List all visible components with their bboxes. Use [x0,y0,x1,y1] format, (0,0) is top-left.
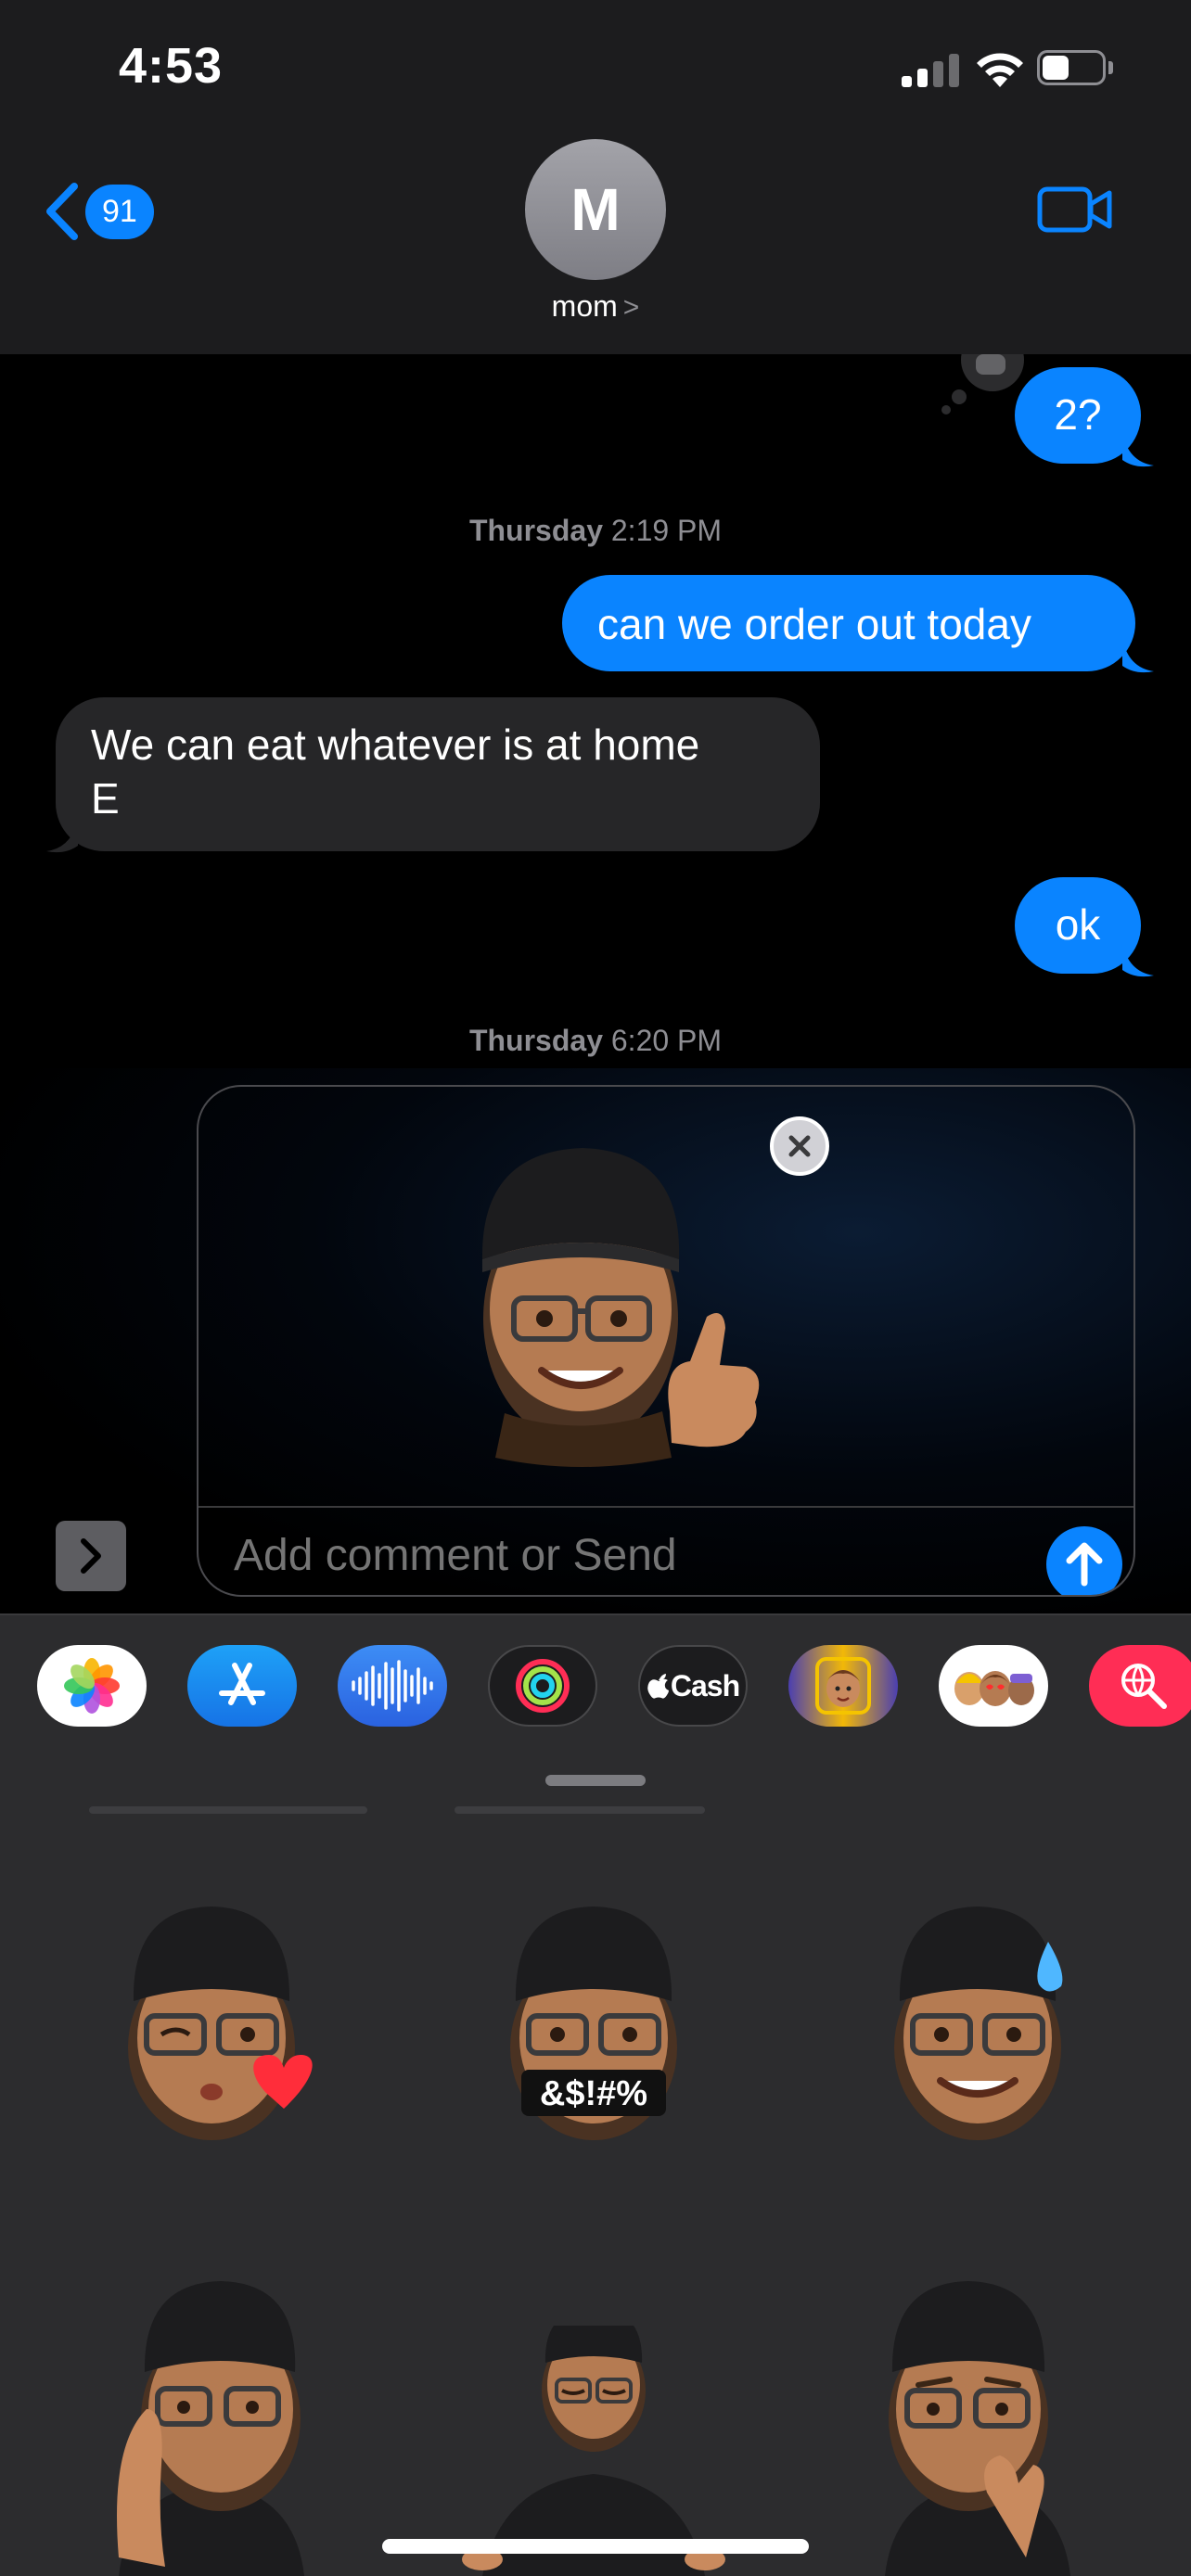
timestamp: Thursday 6:20 PM [468,1024,723,1057]
arrow-up-icon [1066,1542,1103,1587]
contact-name: mom [551,289,618,323]
chevron-right-icon: > [622,292,640,323]
sticker-nervous[interactable] [876,2279,1080,2576]
video-camera-icon[interactable] [1037,182,1113,237]
expand-apps-button[interactable] [56,1521,126,1591]
memoji-sticker-panel: &$!#% [0,1760,1191,2576]
cellular-signal-icon [902,54,959,87]
app-drawer: Cash [0,1613,1191,1760]
message-bubble-sent[interactable]: can we order out today [562,575,1135,671]
divider [198,1506,1133,1508]
cropped-sticker-row [89,1806,367,1814]
attachment-card [197,1085,1135,1597]
contact-avatar[interactable]: M [525,139,666,280]
activity-rings-icon [516,1659,570,1713]
bubble-tail [1122,432,1154,467]
memoji-stickers-button[interactable] [939,1645,1048,1727]
chevron-left-icon [46,183,78,240]
fitness-app-button[interactable] [488,1645,597,1727]
swearing-symbols: &$!#% [540,2074,647,2113]
conversation-header: 91 M mom > [0,130,1191,354]
memoji-stickers-icon [954,1671,1034,1706]
unread-count-badge: 91 [85,184,154,239]
comment-input[interactable] [234,1523,976,1588]
sticker-shushing[interactable] [109,2279,314,2576]
compose-area [0,1068,1191,1613]
panel-grabber[interactable] [545,1775,646,1786]
bubble-tail [46,818,78,853]
apple-logo-icon [647,1674,669,1699]
battery-icon [1037,50,1113,85]
message-text: can we order out today [597,600,1031,648]
sticker-sweat-smile[interactable] [876,1899,1080,2140]
apple-cash-label: Cash [670,1668,740,1702]
message-text: We can eat whatever is at home [91,721,700,769]
memoji-face-icon [815,1657,871,1715]
globe-search-icon [1121,1664,1167,1709]
memoji-app-button[interactable] [788,1645,898,1727]
memoji-thumbs-up-sticker[interactable] [198,1087,1135,1506]
app-store-icon [219,1663,265,1705]
image-search-button[interactable] [1089,1645,1191,1727]
timestamp: Thursday 2:19 PM [468,514,723,547]
back-button[interactable]: 91 [45,174,154,249]
sticker-swearing[interactable]: &$!#% [492,1899,696,2140]
wifi-icon [977,53,1023,87]
message-text: 2? [1054,390,1102,439]
bubble-tail [1122,942,1154,977]
waveform-icon [352,1660,433,1712]
apple-cash-button[interactable]: Cash [638,1645,748,1727]
bubble-tail [1122,638,1154,673]
status-time: 4:53 [119,38,224,94]
cropped-sticker-row [455,1806,705,1814]
send-button[interactable] [1046,1526,1122,1595]
status-bar: 4:53 [0,0,1191,130]
sticker-kiss-heart[interactable] [109,1899,314,2140]
chevron-right-icon [81,1538,101,1574]
photos-icon [64,1658,120,1714]
message-text: E [91,774,120,823]
home-indicator[interactable] [382,2539,809,2554]
message-thread[interactable]: 2? Thursday 2:19 PM can we order out tod… [0,354,1191,1068]
close-icon [788,1135,811,1157]
message-text: ok [1055,900,1101,949]
app-store-button[interactable] [187,1645,297,1727]
message-bubble-received[interactable]: We can eat whatever is at home E [56,697,820,851]
remove-attachment-button[interactable] [770,1116,829,1176]
audio-message-button[interactable] [338,1645,447,1727]
photos-app-button[interactable] [37,1645,147,1727]
contact-name-button[interactable]: mom > [0,289,1191,324]
